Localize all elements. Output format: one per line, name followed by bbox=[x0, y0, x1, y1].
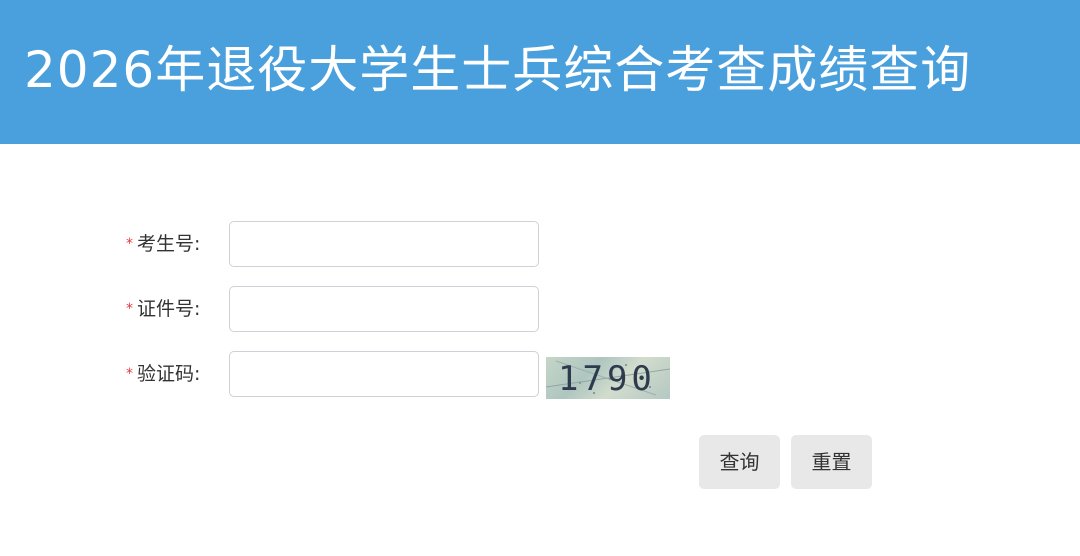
form-row-id-number: * 证件号: bbox=[0, 286, 1080, 334]
required-mark: * bbox=[126, 366, 133, 382]
id-number-label: * 证件号: bbox=[126, 286, 200, 334]
exam-number-input[interactable] bbox=[229, 221, 539, 267]
form-row-captcha: * 验证码: bbox=[0, 351, 1080, 399]
required-mark: * bbox=[126, 301, 133, 317]
exam-number-label-text: 考生号: bbox=[137, 233, 201, 255]
form-row-exam-number: * 考生号: bbox=[0, 221, 1080, 269]
captcha-image[interactable]: 1790 bbox=[546, 357, 670, 399]
query-button[interactable]: 查询 bbox=[699, 435, 780, 489]
id-number-label-text: 证件号: bbox=[137, 298, 201, 320]
id-number-input[interactable] bbox=[229, 286, 539, 332]
captcha-input[interactable] bbox=[229, 351, 539, 397]
captcha-label-text: 验证码: bbox=[137, 363, 201, 385]
captcha-text: 1790 bbox=[558, 359, 656, 399]
captcha-label: * 验证码: bbox=[126, 351, 200, 399]
page-header: 2026年退役大学生士兵综合考查成绩查询 bbox=[0, 0, 1080, 144]
reset-button[interactable]: 重置 bbox=[791, 435, 872, 489]
required-mark: * bbox=[126, 236, 133, 252]
exam-number-label: * 考生号: bbox=[126, 221, 200, 269]
page-title: 2026年退役大学生士兵综合考查成绩查询 bbox=[24, 41, 972, 99]
